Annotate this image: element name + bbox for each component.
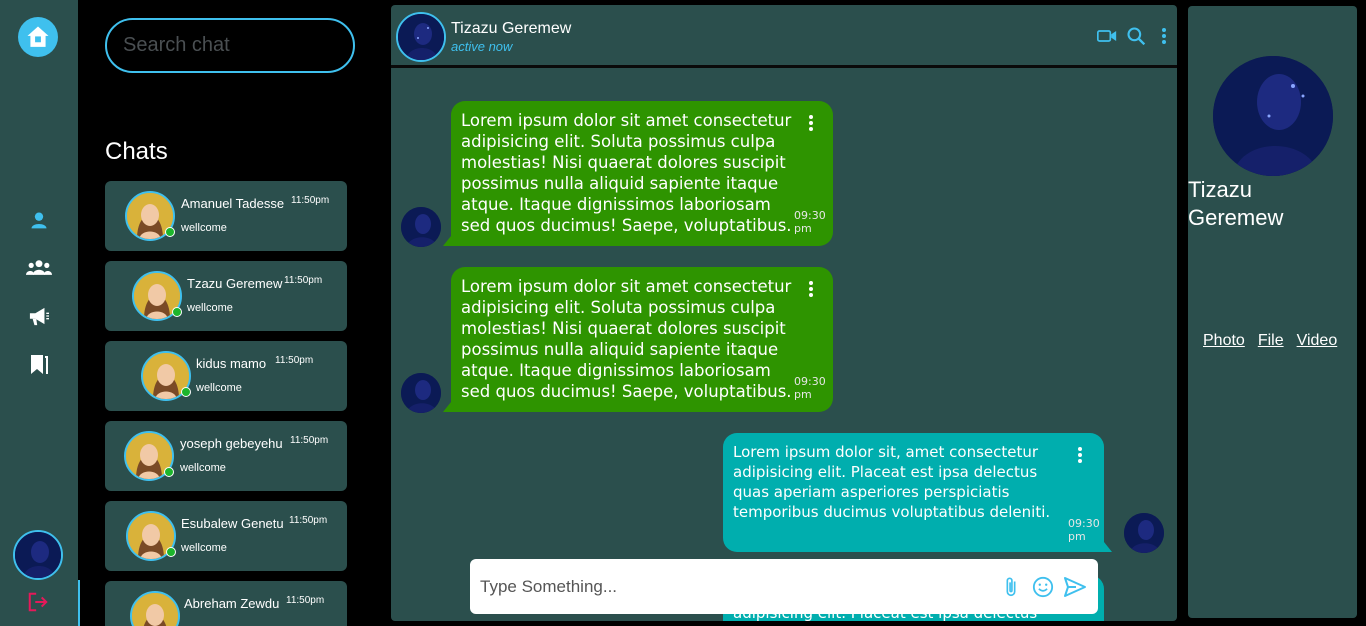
message-text: Lorem ipsum dolor sit amet consectetur a… [461, 111, 792, 235]
logout-icon [28, 592, 48, 612]
contact-avatar[interactable] [396, 12, 446, 62]
contact-name: Amanuel Tadesse [181, 196, 285, 211]
emoji-button[interactable] [1030, 574, 1056, 600]
conversation-panel: Tizazu Geremew active now Lorem ipsum do… [391, 5, 1177, 621]
online-indicator [172, 307, 182, 317]
group-icon [26, 260, 52, 275]
saved-nav-button[interactable] [24, 349, 54, 379]
avatar [130, 591, 180, 626]
message-time: 11:50pm [286, 595, 325, 606]
my-avatar [1124, 513, 1164, 553]
message-time: 11:50pm [275, 355, 314, 366]
chats-heading: Chats [105, 138, 168, 165]
sender-avatar [401, 373, 441, 413]
avatar [125, 191, 175, 241]
last-message: wellcome [180, 462, 226, 474]
conversation-menu-button[interactable] [1153, 25, 1175, 47]
chat-list-item[interactable]: Esubalew Genetu 11:50pm wellcome [105, 501, 347, 571]
message-time: 11:50pm [290, 435, 329, 446]
bookmarks-icon [31, 355, 48, 374]
media-tabs: Photo File Video [1203, 332, 1337, 350]
tab-video[interactable]: Video [1297, 332, 1338, 350]
last-message: wellcome [187, 302, 233, 314]
send-button[interactable] [1062, 574, 1088, 600]
chat-app: Chats Amanuel Tadesse 11:50pm wellcome T… [0, 0, 1366, 626]
megaphone-icon [29, 307, 49, 326]
message-bubble-outgoing[interactable]: Lorem ipsum dolor sit, amet consectetur … [723, 433, 1112, 552]
contact-profile-panel: Tizazu Geremew Photo File Video [1188, 6, 1357, 618]
online-indicator [164, 467, 174, 477]
online-indicator [181, 387, 191, 397]
paperclip-icon [1006, 576, 1016, 596]
tab-file[interactable]: File [1258, 332, 1284, 350]
last-message: wellcome [181, 222, 227, 234]
profile-name: Tizazu Geremew [1188, 177, 1284, 230]
message-text: Lorem ipsum dolor sit, amet consectetur … [733, 443, 1051, 521]
chat-list-item[interactable]: yoseph gebeyehu 11:50pm wellcome [105, 421, 347, 491]
current-user-avatar[interactable] [13, 530, 63, 580]
tab-photo[interactable]: Photo [1203, 332, 1245, 350]
online-indicator [166, 547, 176, 557]
emoji-icon [1032, 576, 1054, 597]
message-input[interactable] [480, 576, 992, 597]
user-icon [31, 212, 47, 229]
search-icon [1127, 27, 1146, 46]
message-time: 11:50pm [291, 195, 330, 206]
search-conversation-button[interactable] [1125, 25, 1147, 47]
contact-name: Abreham Zewdu [184, 596, 280, 611]
avatar [124, 431, 174, 481]
more-vertical-icon[interactable] [1075, 446, 1085, 464]
contact-name: Tizazu Geremew [451, 20, 572, 37]
profile-nav-button[interactable] [24, 205, 54, 235]
message-time: 09:30 pm [794, 375, 826, 401]
message-time: 11:50pm [284, 275, 323, 286]
chat-list-item[interactable]: kidus mamo 11:50pm wellcome [105, 341, 347, 411]
avatar [132, 271, 182, 321]
online-indicator [165, 227, 175, 237]
video-call-icon [1097, 30, 1117, 42]
contact-status: active now [451, 39, 513, 54]
last-message: wellcome [196, 382, 242, 394]
avatar [126, 511, 176, 561]
more-vertical-icon[interactable] [806, 114, 816, 132]
chat-list-item[interactable]: Abreham Zewdu 11:50pm [105, 581, 347, 626]
contact-name: yoseph gebeyehu [180, 436, 283, 451]
search-box [105, 18, 388, 73]
attach-button[interactable] [998, 574, 1024, 600]
search-input[interactable] [123, 34, 388, 57]
message-text: Lorem ipsum dolor sit amet consectetur a… [461, 277, 792, 401]
profile-avatar [1213, 56, 1333, 176]
contact-name: Tzazu Geremew [187, 276, 283, 291]
more-vertical-icon[interactable] [806, 280, 816, 298]
message-time: 09:30 pm [794, 209, 826, 235]
last-message: wellcome [181, 542, 227, 554]
message-composer [470, 559, 1098, 614]
conversation-header: Tizazu Geremew active now [391, 5, 1177, 68]
more-vertical-icon [1162, 28, 1166, 44]
message-bubble-incoming[interactable]: Lorem ipsum dolor sit amet consectetur a… [443, 267, 833, 412]
chat-list-panel: Chats Amanuel Tadesse 11:50pm wellcome T… [80, 0, 388, 626]
contact-name: Esubalew Genetu [181, 516, 284, 531]
chat-list-item[interactable]: Tzazu Geremew 11:50pm wellcome [105, 261, 347, 331]
left-rail [0, 0, 78, 626]
announcements-nav-button[interactable] [24, 301, 54, 331]
groups-nav-button[interactable] [24, 253, 54, 283]
message-time: 09:30 pm [1068, 517, 1100, 543]
contact-name: kidus mamo [196, 356, 267, 371]
avatar [141, 351, 191, 401]
message-time: 11:50pm [289, 515, 328, 526]
home-button[interactable] [18, 17, 58, 57]
logout-button[interactable] [26, 590, 50, 614]
sender-avatar [401, 207, 441, 247]
video-call-button[interactable] [1096, 25, 1118, 47]
send-icon [1064, 576, 1086, 597]
chat-list-item[interactable]: Amanuel Tadesse 11:50pm wellcome [105, 181, 347, 251]
message-bubble-incoming[interactable]: Lorem ipsum dolor sit amet consectetur a… [443, 101, 833, 246]
home-icon [27, 26, 49, 47]
